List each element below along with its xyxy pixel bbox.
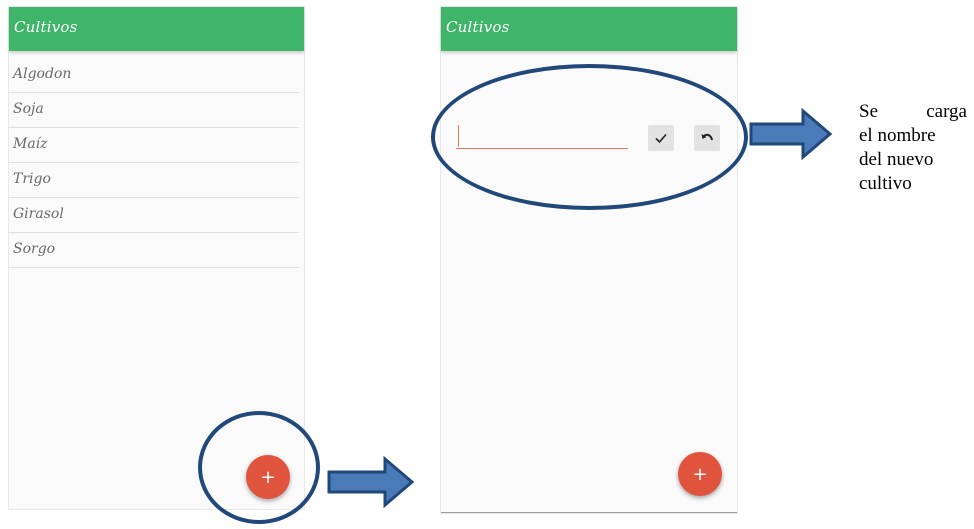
list-item-label: Trigo <box>13 171 51 187</box>
list-item[interactable]: Sorgo <box>9 233 299 268</box>
app-title: Cultivos <box>446 18 510 36</box>
list-item-label: Algodon <box>13 66 72 82</box>
annotation-line: cultivo <box>859 173 912 194</box>
list-item-label: Sorgo <box>13 241 56 257</box>
app-bar: Cultivos <box>9 7 304 51</box>
annotation-text: Se carga el nombre del nuevo cultivo <box>859 100 967 196</box>
confirm-button[interactable] <box>648 125 674 151</box>
annotation-line: Se carga <box>859 100 967 124</box>
list-item-label: Girasol <box>13 206 64 222</box>
annotation-line: el nombre <box>859 125 936 146</box>
add-crop-screen: Cultivos + <box>441 7 737 513</box>
app-title: Cultivos <box>14 18 78 36</box>
list-item[interactable]: Trigo <box>9 163 299 198</box>
list-item[interactable]: Algodon <box>9 58 299 93</box>
plus-icon: + <box>692 463 708 485</box>
add-crop-button[interactable]: + <box>678 452 722 496</box>
annotation-line: del nuevo <box>859 149 934 170</box>
annotation-word: carga <box>926 101 967 122</box>
crop-list-screen: Cultivos Algodon Soja Maíz Trigo Girasol… <box>9 7 304 509</box>
list-item[interactable]: Girasol <box>9 198 299 233</box>
crop-name-input[interactable] <box>456 120 628 149</box>
text-caret <box>458 125 459 147</box>
plus-icon: + <box>260 466 276 488</box>
app-bar: Cultivos <box>441 7 737 51</box>
add-crop-button[interactable]: + <box>246 455 290 499</box>
annotation-word: Se <box>859 101 878 122</box>
check-icon <box>655 133 667 144</box>
undo-button[interactable] <box>694 125 720 151</box>
list-item[interactable]: Soja <box>9 93 299 128</box>
undo-icon <box>701 133 713 141</box>
list-item-label: Maíz <box>13 136 48 152</box>
list-item-label: Soja <box>13 101 44 117</box>
arrow-right-icon <box>327 456 415 508</box>
arrow-right-icon <box>749 108 833 160</box>
crop-list: Algodon Soja Maíz Trigo Girasol Sorgo <box>9 58 299 268</box>
list-item[interactable]: Maíz <box>9 128 299 163</box>
